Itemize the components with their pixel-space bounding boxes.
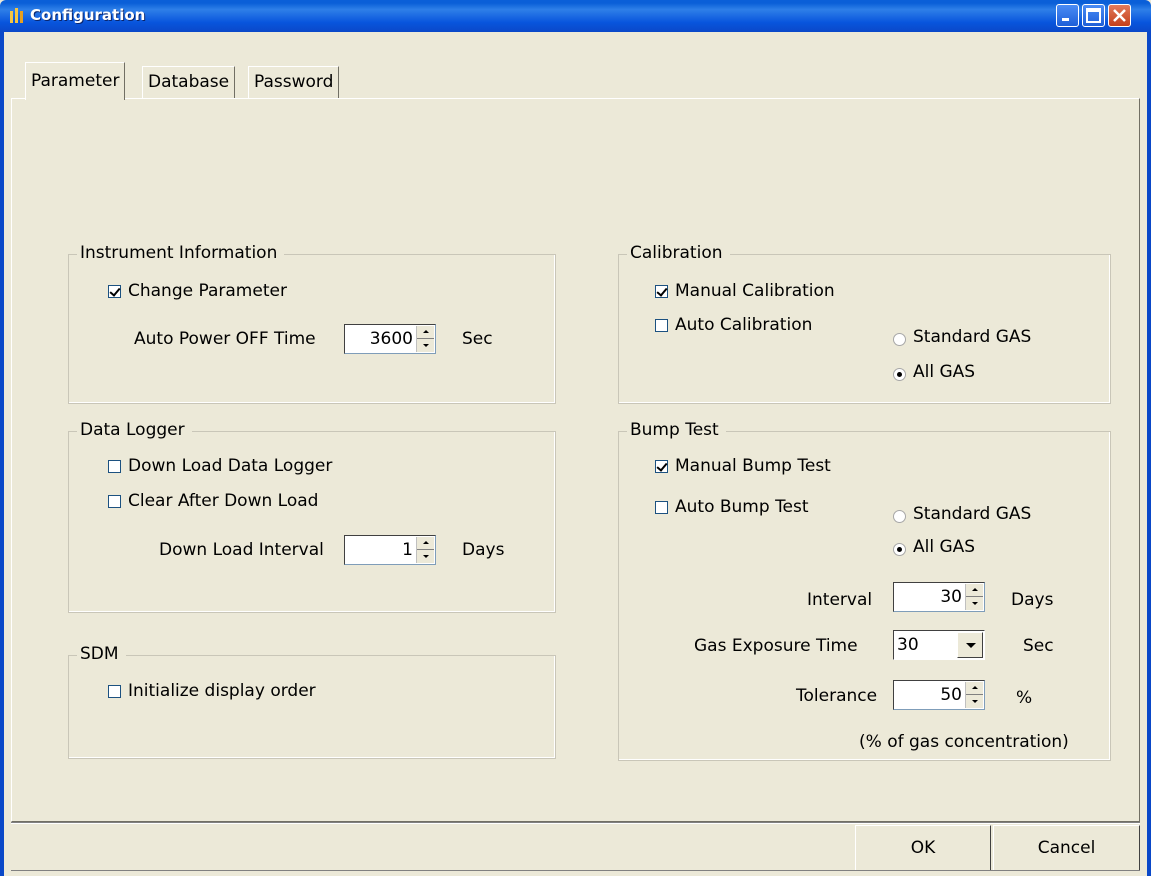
maximize-button[interactable]	[1082, 4, 1105, 27]
auto-power-off-stepper[interactable]: 3600	[344, 324, 436, 354]
sdm-group: SDM	[68, 644, 556, 759]
bottom-separator	[11, 822, 1140, 824]
spin-arrows[interactable]	[416, 326, 434, 352]
bump-all-gas-radio[interactable]	[893, 543, 906, 556]
spin-arrows[interactable]	[416, 537, 434, 563]
tolerance-label: Tolerance	[796, 686, 878, 706]
bump-interval-unit: Days	[1011, 590, 1054, 610]
group-title: SDM	[77, 644, 126, 664]
manual-bump-test-label: Manual Bump Test	[675, 456, 831, 476]
tolerance-value: 50	[940, 685, 962, 705]
close-icon	[1113, 9, 1126, 22]
maximize-icon	[1086, 8, 1101, 23]
gas-exposure-time-select[interactable]: 30	[893, 630, 985, 660]
spin-up-icon	[972, 686, 978, 689]
close-button[interactable]	[1108, 4, 1131, 27]
calibration-standard-gas-radio[interactable]	[893, 333, 906, 346]
clear-after-download-label: Clear After Down Load	[128, 491, 319, 511]
gas-exposure-time-label: Gas Exposure Time	[694, 636, 858, 656]
tolerance-note: (% of gas concentration)	[859, 732, 1069, 752]
spin-down-icon	[423, 344, 429, 347]
auto-bump-test-label: Auto Bump Test	[675, 497, 809, 517]
tolerance-stepper[interactable]: 50	[893, 680, 985, 710]
group-title: Calibration	[627, 243, 730, 263]
manual-calibration-label: Manual Calibration	[675, 281, 835, 301]
auto-bump-test-checkbox[interactable]	[655, 501, 668, 514]
clear-after-download-checkbox[interactable]	[108, 495, 121, 508]
initialize-display-order-label: Initialize display order	[128, 681, 316, 701]
manual-bump-test-checkbox[interactable]	[655, 460, 668, 473]
download-interval-unit: Days	[462, 540, 505, 560]
gas-exposure-time-unit: Sec	[1023, 636, 1054, 656]
spin-up-icon	[423, 541, 429, 544]
calibration-all-gas-label: All GAS	[913, 362, 976, 382]
bump-standard-gas-label: Standard GAS	[913, 504, 1032, 524]
group-title: Bump Test	[627, 420, 726, 440]
cancel-button[interactable]: Cancel	[993, 825, 1140, 871]
initialize-display-order-checkbox[interactable]	[108, 685, 121, 698]
spin-up-icon	[972, 588, 978, 591]
bottom-border	[11, 870, 1140, 872]
spin-down-icon	[972, 700, 978, 703]
manual-calibration-checkbox[interactable]	[655, 285, 668, 298]
gas-exposure-time-value: 30	[897, 635, 919, 655]
download-interval-value: 1	[402, 540, 413, 560]
window-frame-right	[1147, 32, 1151, 876]
minimize-button[interactable]	[1056, 4, 1079, 27]
calibration-all-gas-radio[interactable]	[893, 368, 906, 381]
auto-power-off-unit: Sec	[462, 329, 493, 349]
auto-power-off-label: Auto Power OFF Time	[134, 329, 316, 349]
tab-database[interactable]: Database	[142, 66, 236, 99]
spin-down-icon	[423, 555, 429, 558]
tab-parameter[interactable]: Parameter	[25, 62, 126, 100]
window-frame-left	[0, 32, 4, 876]
bump-interval-stepper[interactable]: 30	[893, 582, 985, 612]
minimize-icon	[1062, 18, 1069, 21]
calibration-standard-gas-label: Standard GAS	[913, 327, 1032, 347]
change-parameter-checkbox[interactable]	[108, 285, 121, 298]
group-title: Data Logger	[77, 420, 192, 440]
auto-calibration-checkbox[interactable]	[655, 319, 668, 332]
spin-down-icon	[972, 602, 978, 605]
window-title: Configuration	[30, 6, 146, 24]
chevron-down-icon[interactable]	[957, 632, 983, 658]
auto-power-off-value: 3600	[369, 329, 413, 349]
download-interval-stepper[interactable]: 1	[344, 535, 436, 565]
change-parameter-label: Change Parameter	[128, 281, 287, 301]
ok-button[interactable]: OK	[855, 825, 991, 871]
bump-all-gas-label: All GAS	[913, 537, 976, 557]
bump-interval-label: Interval	[807, 590, 873, 610]
download-data-logger-label: Down Load Data Logger	[128, 456, 333, 476]
tolerance-unit: %	[1016, 688, 1033, 708]
spin-arrows[interactable]	[965, 584, 983, 610]
bump-standard-gas-radio[interactable]	[893, 510, 906, 523]
title-bar[interactable]: Configuration	[0, 0, 1151, 32]
bump-interval-value: 30	[940, 587, 962, 607]
group-title: Instrument Information	[77, 243, 285, 263]
spin-arrows[interactable]	[965, 682, 983, 708]
app-icon	[10, 8, 23, 23]
tab-password[interactable]: Password	[248, 66, 340, 99]
download-data-logger-checkbox[interactable]	[108, 460, 121, 473]
spin-up-icon	[423, 330, 429, 333]
auto-calibration-label: Auto Calibration	[675, 315, 813, 335]
download-interval-label: Down Load Interval	[159, 540, 324, 560]
